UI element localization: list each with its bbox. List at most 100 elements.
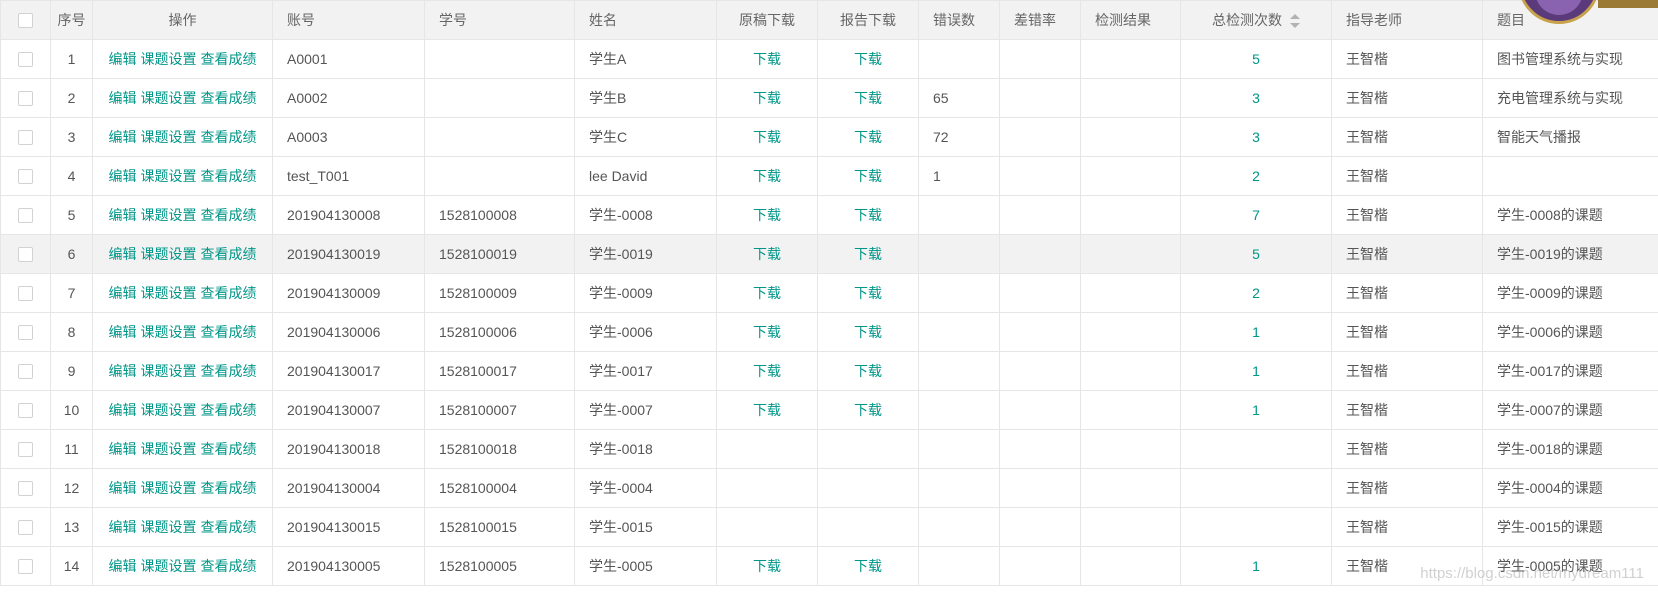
table-row[interactable]: 10 编辑 课题设置 查看成绩 201904130007 1528100007 学生-000… xyxy=(0,390,1658,430)
topic-settings-link[interactable]: 课题设置 xyxy=(141,558,197,574)
total-checks-link[interactable]: 2 xyxy=(1252,285,1260,301)
view-scores-link[interactable]: 查看成绩 xyxy=(201,402,257,418)
topic-settings-link[interactable]: 课题设置 xyxy=(141,441,197,457)
report-download-link[interactable]: 下载 xyxy=(854,129,882,145)
total-checks-link[interactable]: 5 xyxy=(1252,51,1260,67)
draft-download-link[interactable]: 下载 xyxy=(753,246,781,262)
table-row[interactable]: 11 编辑 课题设置 查看成绩 201904130018 1528100018 学生-001… xyxy=(0,429,1658,469)
report-download-link[interactable]: 下载 xyxy=(854,246,882,262)
draft-download-link[interactable]: 下载 xyxy=(753,558,781,574)
table-row[interactable]: 2 编辑 课题设置 查看成绩 A0002 学生B 下载 下载 65 3 王智楷 充电管理系统与实现 xyxy=(0,78,1658,118)
edit-link[interactable]: 编辑 xyxy=(109,285,137,301)
row-checkbox[interactable] xyxy=(18,325,33,341)
table-row[interactable]: 12 编辑 课题设置 查看成绩 201904130004 1528100004 学生-000… xyxy=(0,468,1658,508)
report-download-link[interactable]: 下载 xyxy=(854,558,882,574)
draft-download-link[interactable]: 下载 xyxy=(753,324,781,340)
row-checkbox[interactable] xyxy=(18,403,33,419)
sort-caret-icon[interactable] xyxy=(1290,14,1300,29)
total-checks-link[interactable]: 3 xyxy=(1252,90,1260,106)
topic-settings-link[interactable]: 课题设置 xyxy=(141,285,197,301)
view-scores-link[interactable]: 查看成绩 xyxy=(201,558,257,574)
table-row[interactable]: 7 编辑 课题设置 查看成绩 201904130009 1528100009 学生-0009… xyxy=(0,273,1658,313)
draft-download-link[interactable]: 下载 xyxy=(753,168,781,184)
edit-link[interactable]: 编辑 xyxy=(109,207,137,223)
edit-link[interactable]: 编辑 xyxy=(109,51,137,67)
view-scores-link[interactable]: 查看成绩 xyxy=(201,207,257,223)
total-checks-link[interactable]: 3 xyxy=(1252,129,1260,145)
draft-download-link[interactable]: 下载 xyxy=(753,402,781,418)
report-download-link[interactable]: 下载 xyxy=(854,51,882,67)
edit-link[interactable]: 编辑 xyxy=(109,168,137,184)
view-scores-link[interactable]: 查看成绩 xyxy=(201,90,257,106)
edit-link[interactable]: 编辑 xyxy=(109,90,137,106)
topic-settings-link[interactable]: 课题设置 xyxy=(141,129,197,145)
total-checks-link[interactable]: 2 xyxy=(1252,168,1260,184)
view-scores-link[interactable]: 查看成绩 xyxy=(201,519,257,535)
table-row[interactable]: 13 编辑 课题设置 查看成绩 201904130015 1528100015 学生-001… xyxy=(0,507,1658,547)
table-row[interactable]: 9 编辑 课题设置 查看成绩 201904130017 1528100017 学生-0017… xyxy=(0,351,1658,391)
draft-download-link[interactable]: 下载 xyxy=(753,51,781,67)
draft-download-link[interactable]: 下载 xyxy=(753,207,781,223)
topic-settings-link[interactable]: 课题设置 xyxy=(141,90,197,106)
row-checkbox[interactable] xyxy=(18,130,33,146)
edit-link[interactable]: 编辑 xyxy=(109,324,137,340)
view-scores-link[interactable]: 查看成绩 xyxy=(201,480,257,496)
table-row[interactable]: 3 编辑 课题设置 查看成绩 A0003 学生C 下载 下载 72 3 王智楷 智能天气播报 xyxy=(0,117,1658,157)
edit-link[interactable]: 编辑 xyxy=(109,402,137,418)
view-scores-link[interactable]: 查看成绩 xyxy=(201,324,257,340)
view-scores-link[interactable]: 查看成绩 xyxy=(201,363,257,379)
topic-settings-link[interactable]: 课题设置 xyxy=(141,480,197,496)
table-row[interactable]: 6 编辑 课题设置 查看成绩 201904130019 1528100019 学生-0019… xyxy=(0,234,1658,274)
report-download-link[interactable]: 下载 xyxy=(854,285,882,301)
row-checkbox[interactable] xyxy=(18,247,33,263)
topic-settings-link[interactable]: 课题设置 xyxy=(141,519,197,535)
topic-settings-link[interactable]: 课题设置 xyxy=(141,207,197,223)
topic-settings-link[interactable]: 课题设置 xyxy=(141,246,197,262)
total-checks-link[interactable]: 7 xyxy=(1252,207,1260,223)
draft-download-link[interactable]: 下载 xyxy=(753,285,781,301)
edit-link[interactable]: 编辑 xyxy=(109,246,137,262)
total-checks-link[interactable]: 1 xyxy=(1252,324,1260,340)
row-checkbox[interactable] xyxy=(18,520,33,536)
table-row[interactable]: 1 编辑 课题设置 查看成绩 A0001 学生A 下载 下载 5 王智楷 图书管理系统与实现 xyxy=(0,39,1658,79)
topic-settings-link[interactable]: 课题设置 xyxy=(141,168,197,184)
draft-download-link[interactable]: 下载 xyxy=(753,129,781,145)
topic-settings-link[interactable]: 课题设置 xyxy=(141,402,197,418)
edit-link[interactable]: 编辑 xyxy=(109,519,137,535)
topic-settings-link[interactable]: 课题设置 xyxy=(141,51,197,67)
view-scores-link[interactable]: 查看成绩 xyxy=(201,441,257,457)
view-scores-link[interactable]: 查看成绩 xyxy=(201,51,257,67)
row-checkbox[interactable] xyxy=(18,52,33,68)
row-checkbox[interactable] xyxy=(18,481,33,497)
row-checkbox[interactable] xyxy=(18,91,33,107)
total-checks-link[interactable]: 1 xyxy=(1252,558,1260,574)
draft-download-link[interactable]: 下载 xyxy=(753,90,781,106)
topic-settings-link[interactable]: 课题设置 xyxy=(141,363,197,379)
total-checks-link[interactable]: 1 xyxy=(1252,363,1260,379)
report-download-link[interactable]: 下载 xyxy=(854,324,882,340)
edit-link[interactable]: 编辑 xyxy=(109,441,137,457)
report-download-link[interactable]: 下载 xyxy=(854,168,882,184)
total-checks-link[interactable]: 5 xyxy=(1252,246,1260,262)
row-checkbox[interactable] xyxy=(18,364,33,380)
row-checkbox[interactable] xyxy=(18,208,33,224)
edit-link[interactable]: 编辑 xyxy=(109,558,137,574)
edit-link[interactable]: 编辑 xyxy=(109,480,137,496)
table-row[interactable]: 5 编辑 课题设置 查看成绩 201904130008 1528100008 学生-0008… xyxy=(0,195,1658,235)
draft-download-link[interactable]: 下载 xyxy=(753,363,781,379)
view-scores-link[interactable]: 查看成绩 xyxy=(201,129,257,145)
edit-link[interactable]: 编辑 xyxy=(109,129,137,145)
table-row[interactable]: 14 编辑 课题设置 查看成绩 201904130005 1528100005 学生-000… xyxy=(0,546,1658,586)
topic-settings-link[interactable]: 课题设置 xyxy=(141,324,197,340)
row-checkbox[interactable] xyxy=(18,169,33,185)
view-scores-link[interactable]: 查看成绩 xyxy=(201,246,257,262)
report-download-link[interactable]: 下载 xyxy=(854,402,882,418)
report-download-link[interactable]: 下载 xyxy=(854,363,882,379)
table-row[interactable]: 4 编辑 课题设置 查看成绩 test_T001 lee David 下载 下载 1 2 王智楷 xyxy=(0,156,1658,196)
row-checkbox[interactable] xyxy=(18,286,33,302)
report-download-link[interactable]: 下载 xyxy=(854,90,882,106)
view-scores-link[interactable]: 查看成绩 xyxy=(201,285,257,301)
row-checkbox[interactable] xyxy=(18,442,33,458)
header-total-checks[interactable]: 总检测次数 xyxy=(1180,0,1332,40)
report-download-link[interactable]: 下载 xyxy=(854,207,882,223)
